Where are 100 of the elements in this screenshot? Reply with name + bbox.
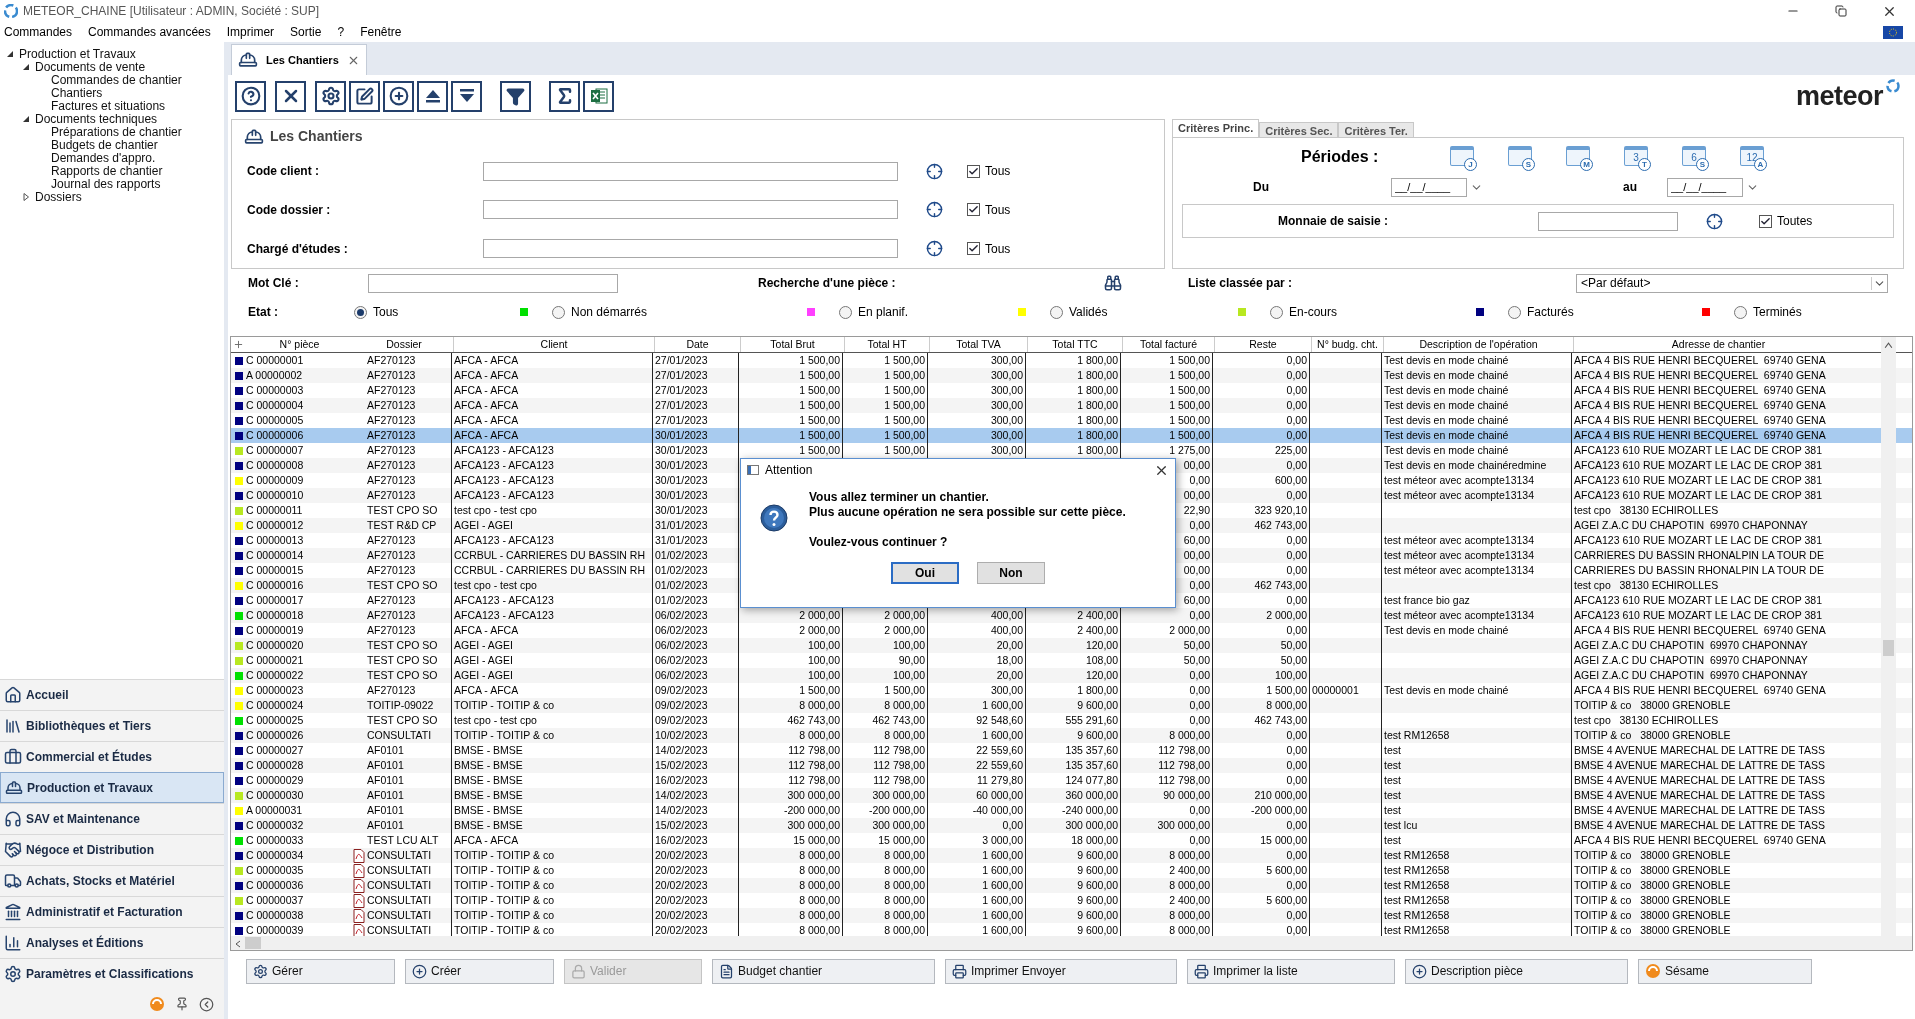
table-cell: 14/02/2023 — [655, 803, 708, 818]
table-cell: 0,00 — [1286, 413, 1307, 428]
field-label: au — [1623, 179, 1638, 196]
checkbox-label: Tous — [985, 240, 1011, 258]
table-cell: AF270123 — [367, 443, 416, 458]
table-cell: test cpo 38130 ECHIROLLES — [1574, 713, 1719, 728]
table-cell: 11 279,80 — [977, 773, 1023, 788]
table-cell: AFCA - AFCA — [454, 833, 519, 848]
table-cell: 20/02/2023 — [655, 908, 708, 923]
table-cell: 100,00 — [807, 653, 840, 668]
table-cell: 1 500,00 — [884, 383, 925, 398]
table-cell: C 00000025 — [246, 713, 304, 728]
table-cell: 31/01/2023 — [655, 533, 708, 548]
table-cell: AFCA 4 BIS RUE HENRI BECQUEREL 69740 GENA — [1574, 398, 1826, 413]
table-cell: 14/02/2023 — [655, 743, 708, 758]
table-cell: 09/02/2023 — [655, 713, 708, 728]
radio-label: Terminés — [1753, 304, 1802, 321]
table-cell: AFCA 4 BIS RUE HENRI BECQUEREL 69740 GENA — [1574, 413, 1826, 428]
table-cell: 8 000,00 — [1169, 908, 1210, 923]
table-cell: test RM12658 — [1384, 923, 1450, 938]
table-cell: 15/02/2023 — [655, 818, 708, 833]
table-cell: test lcu — [1384, 818, 1418, 833]
table-cell: AFCA123 - AFCA123 — [454, 608, 554, 623]
table-cell: 90 000,00 — [1163, 788, 1210, 803]
table-cell: 2 000,00 — [799, 608, 840, 623]
table-cell: test RM12658 — [1384, 908, 1450, 923]
table-cell: 18,00 — [996, 653, 1023, 668]
table-cell: AFCA123 610 RUE MOZART LE LAC DE CROP 381 — [1574, 458, 1823, 473]
table-cell: 30/01/2023 — [655, 503, 708, 518]
table-cell: AF270123 — [367, 608, 416, 623]
table-cell: 60 000,00 — [976, 788, 1023, 803]
table-cell: test méteor avec acompte13134 — [1384, 488, 1534, 503]
field-label: Code dossier : — [247, 201, 332, 219]
table-cell: 1 500,00 — [799, 428, 840, 443]
table-cell: TEST CPO SO — [367, 668, 438, 683]
table-cell: AFCA123 - AFCA123 — [454, 593, 554, 608]
table-cell: 300 000,00 — [1065, 818, 1118, 833]
table-cell: 00,00 — [1183, 488, 1210, 503]
table-cell: AFCA 4 BIS RUE HENRI BECQUEREL 69740 GENA — [1574, 353, 1826, 368]
table-cell: AF270123 — [367, 683, 416, 698]
table-cell: 0,00 — [1286, 773, 1307, 788]
table-cell: C 00000008 — [246, 458, 304, 473]
table-cell: 30/01/2023 — [655, 428, 708, 443]
table-cell: AF270123 — [367, 548, 416, 563]
table-cell: 323 920,10 — [1254, 503, 1307, 518]
table-cell: AFCA - AFCA — [454, 383, 519, 398]
table-cell: -200 000,00 — [1250, 803, 1307, 818]
table-cell: AFCA123 - AFCA123 — [454, 443, 554, 458]
table-cell: 1 600,00 — [982, 728, 1023, 743]
table-cell: 0,00 — [1286, 728, 1307, 743]
table-cell: 20/02/2023 — [655, 923, 708, 938]
table-cell: AGEI Z.A.C DU CHAPOTIN 69970 CHAPONNAY — [1574, 518, 1808, 533]
table-cell: 225,00 — [1274, 443, 1307, 458]
table-cell: 2 000,00 — [799, 623, 840, 638]
table-cell: 22 559,60 — [976, 758, 1023, 773]
table-cell: AFCA - AFCA — [454, 353, 519, 368]
table-cell: TOITIP - TOITIP & co — [454, 848, 554, 863]
table-cell: BMSE - BMSE — [454, 818, 523, 833]
logo: meteor — [1795, 79, 1883, 113]
table-cell: 0,00 — [1286, 458, 1307, 473]
table-cell: C 00000027 — [246, 743, 304, 758]
table-cell: 1 500,00 — [1169, 368, 1210, 383]
table-cell: AFCA - AFCA — [454, 413, 519, 428]
table-cell: TOITIP - TOITIP & co — [454, 908, 554, 923]
table-cell: 0,00 — [1286, 533, 1307, 548]
table-cell: 300 000,00 — [872, 788, 925, 803]
table-cell: 8 000,00 — [884, 893, 925, 908]
table-cell: 462 743,00 — [1254, 578, 1307, 593]
table-cell: AF0101 — [367, 743, 404, 758]
table-cell: AGEI Z.A.C DU CHAPOTIN 69970 CHAPONNAY — [1574, 668, 1808, 683]
table-cell: CONSULTATI — [367, 908, 432, 923]
table-cell: C 00000024 — [246, 698, 304, 713]
table-cell: AFCA 4 BIS RUE HENRI BECQUEREL 69740 GENA — [1574, 833, 1826, 848]
table-cell: C 00000020 — [246, 638, 304, 653]
table-cell: CONSULTATI — [367, 728, 432, 743]
table-cell: 0,00 — [1189, 833, 1210, 848]
table-cell: AFCA123 - AFCA123 — [454, 473, 554, 488]
table-cell: 01/02/2023 — [655, 593, 708, 608]
table-cell: 1 275,00 — [1169, 443, 1210, 458]
table-cell: AFCA - AFCA — [454, 398, 519, 413]
table-cell: AFCA 4 BIS RUE HENRI BECQUEREL 69740 GENA — [1574, 383, 1826, 398]
table-cell: C 00000010 — [246, 488, 304, 503]
table-cell: 15 000,00 — [793, 833, 840, 848]
table-cell: 0,00 — [1189, 698, 1210, 713]
table-cell: Test devis en mode chainéredmine — [1384, 458, 1547, 473]
table-cell: 0,00 — [1189, 578, 1210, 593]
table-cell: 0,00 — [1286, 593, 1307, 608]
table-cell: 10/02/2023 — [655, 728, 708, 743]
table-cell: 2 000,00 — [884, 608, 925, 623]
table-cell: 8 000,00 — [799, 698, 840, 713]
table-cell: 1 500,00 — [1169, 428, 1210, 443]
table-cell: 60,00 — [1183, 593, 1210, 608]
table-cell: 15 000,00 — [878, 833, 925, 848]
table-cell: C 00000026 — [246, 728, 304, 743]
table-cell: C 00000035 — [246, 863, 304, 878]
table-cell: C 00000033 — [246, 833, 304, 848]
table-cell: 0,00 — [1286, 383, 1307, 398]
table-cell: 30/01/2023 — [655, 488, 708, 503]
table-cell: 9 600,00 — [1077, 878, 1118, 893]
table-cell: 9 600,00 — [1077, 893, 1118, 908]
